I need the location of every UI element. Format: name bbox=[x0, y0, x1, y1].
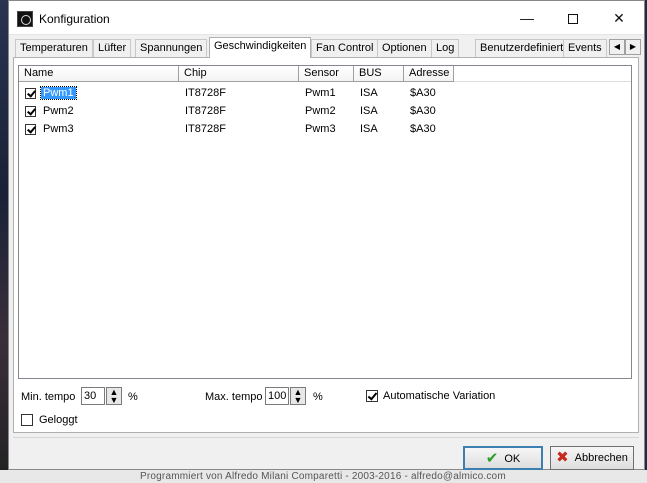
table-row[interactable]: Pwm2 IT8728F Pwm2 ISA $A30 bbox=[19, 102, 631, 120]
row-checkbox[interactable] bbox=[25, 124, 36, 135]
column-header-bus[interactable]: BUS bbox=[354, 66, 404, 82]
close-button[interactable]: ✕ bbox=[596, 1, 642, 35]
maximize-icon bbox=[568, 14, 578, 25]
max-tempo-unit: % bbox=[313, 391, 323, 403]
maximize-button[interactable] bbox=[550, 1, 596, 35]
max-tempo-label: Max. tempo bbox=[205, 391, 263, 403]
app-icon bbox=[17, 11, 33, 27]
min-tempo-unit: % bbox=[128, 391, 138, 403]
sensor-list[interactable]: Name Chip Sensor BUS Adresse Pwm1 IT8728… bbox=[18, 65, 632, 379]
desktop-background bbox=[0, 0, 8, 483]
row-address: $A30 bbox=[410, 123, 436, 135]
title-bar: Konfiguration — ✕ bbox=[9, 1, 644, 35]
min-tempo-label: Min. tempo bbox=[21, 391, 76, 403]
tab-events[interactable]: Events bbox=[563, 39, 607, 57]
background-credit-text: Programmiert von Alfredo Milani Comparet… bbox=[140, 471, 506, 482]
table-row[interactable]: Pwm1 IT8728F Pwm1 ISA $A30 bbox=[19, 84, 631, 102]
row-checkbox[interactable] bbox=[25, 106, 36, 117]
footer-separator bbox=[13, 437, 639, 438]
row-sensor: Pwm2 bbox=[305, 105, 336, 117]
automatic-variation-label: Automatische Variation bbox=[383, 390, 496, 402]
tab-benutzerdefiniert[interactable]: Benutzerdefiniert bbox=[475, 39, 569, 57]
row-bus: ISA bbox=[360, 87, 378, 99]
tab-bar: Temperaturen Lüfter Spannungen Geschwind… bbox=[13, 37, 641, 58]
tab-luefter[interactable]: Lüfter bbox=[93, 39, 132, 57]
column-header-address[interactable]: Adresse bbox=[404, 66, 454, 82]
cancel-button-label: Abbrechen bbox=[574, 452, 628, 464]
tab-scroll-right-button[interactable]: ▶ bbox=[625, 39, 641, 55]
tab-log[interactable]: Log bbox=[431, 39, 460, 57]
row-bus: ISA bbox=[360, 123, 378, 135]
tab-optionen[interactable]: Optionen bbox=[377, 39, 432, 57]
row-name: Pwm1 bbox=[40, 86, 77, 100]
row-name: Pwm2 bbox=[43, 105, 74, 117]
column-header-chip[interactable]: Chip bbox=[179, 66, 299, 82]
column-header-name[interactable]: Name bbox=[19, 66, 179, 82]
min-tempo-input[interactable]: 30 bbox=[81, 387, 105, 405]
cancel-button[interactable]: ✖ Abbrechen bbox=[550, 446, 634, 470]
background-status-text: Programmiert von Alfredo Milani Comparet… bbox=[0, 470, 647, 483]
row-name: Pwm3 bbox=[43, 123, 74, 135]
row-chip: IT8728F bbox=[185, 105, 226, 117]
configuration-window: Konfiguration — ✕ Temperaturen Lüfter Sp… bbox=[8, 0, 645, 470]
window-title: Konfiguration bbox=[39, 12, 110, 26]
row-address: $A30 bbox=[410, 87, 436, 99]
tab-temperaturen[interactable]: Temperaturen bbox=[15, 39, 93, 57]
logged-checkbox[interactable] bbox=[21, 414, 33, 426]
x-icon: ✖ bbox=[556, 449, 569, 467]
logged-label: Geloggt bbox=[39, 414, 78, 426]
max-tempo-spinner[interactable]: ▲ ▼ bbox=[290, 387, 306, 405]
list-header: Name Chip Sensor BUS Adresse bbox=[19, 66, 631, 82]
row-sensor: Pwm3 bbox=[305, 123, 336, 135]
automatic-variation-checkbox[interactable] bbox=[366, 390, 378, 402]
tab-scroll-left-button[interactable]: ◀ bbox=[609, 39, 625, 55]
row-sensor: Pwm1 bbox=[305, 87, 336, 99]
column-header-sensor[interactable]: Sensor bbox=[299, 66, 354, 82]
minimize-button[interactable]: — bbox=[504, 1, 550, 35]
row-chip: IT8728F bbox=[185, 123, 226, 135]
tab-spannungen[interactable]: Spannungen bbox=[135, 39, 208, 57]
tab-fan-control[interactable]: Fan Control bbox=[311, 39, 379, 57]
min-tempo-spinner[interactable]: ▲ ▼ bbox=[106, 387, 122, 405]
ok-button[interactable]: ✔ OK bbox=[463, 446, 543, 470]
checkmark-icon: ✔ bbox=[485, 450, 499, 468]
tab-geschwindigkeiten[interactable]: Geschwindigkeiten bbox=[209, 37, 312, 58]
table-row[interactable]: Pwm3 IT8728F Pwm3 ISA $A30 bbox=[19, 120, 631, 138]
row-chip: IT8728F bbox=[185, 87, 226, 99]
ok-button-label: OK bbox=[504, 453, 521, 465]
row-address: $A30 bbox=[410, 105, 436, 117]
row-bus: ISA bbox=[360, 105, 378, 117]
max-tempo-input[interactable]: 100 bbox=[265, 387, 289, 405]
row-checkbox[interactable] bbox=[25, 88, 36, 99]
